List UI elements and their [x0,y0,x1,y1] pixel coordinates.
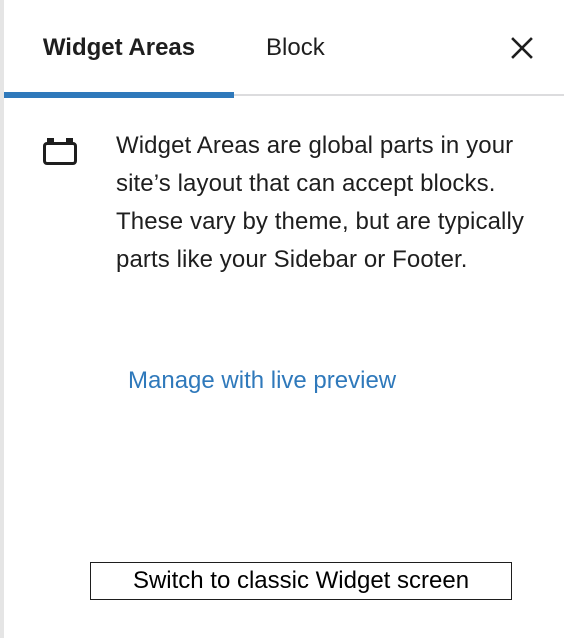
tab-bar: Widget Areas Block [4,0,564,98]
block-default-icon [40,134,80,170]
active-tab-indicator [4,92,234,98]
close-icon [511,37,533,59]
close-button[interactable] [504,28,540,68]
tab-block[interactable]: Block [266,0,325,96]
tab-widget-areas-label: Widget Areas [42,34,196,61]
tab-widget-areas[interactable]: Widget Areas [4,0,234,98]
manage-live-preview-link[interactable]: Manage with live preview [128,362,396,400]
widget-areas-description: Widget Areas are global parts in your si… [116,132,524,273]
tab-block-label: Block [266,34,325,61]
sidebar-panel: Widget Areas Block Widget Areas are glob… [0,0,564,638]
switch-to-classic-button[interactable]: Switch to classic Widget screen [90,562,512,600]
